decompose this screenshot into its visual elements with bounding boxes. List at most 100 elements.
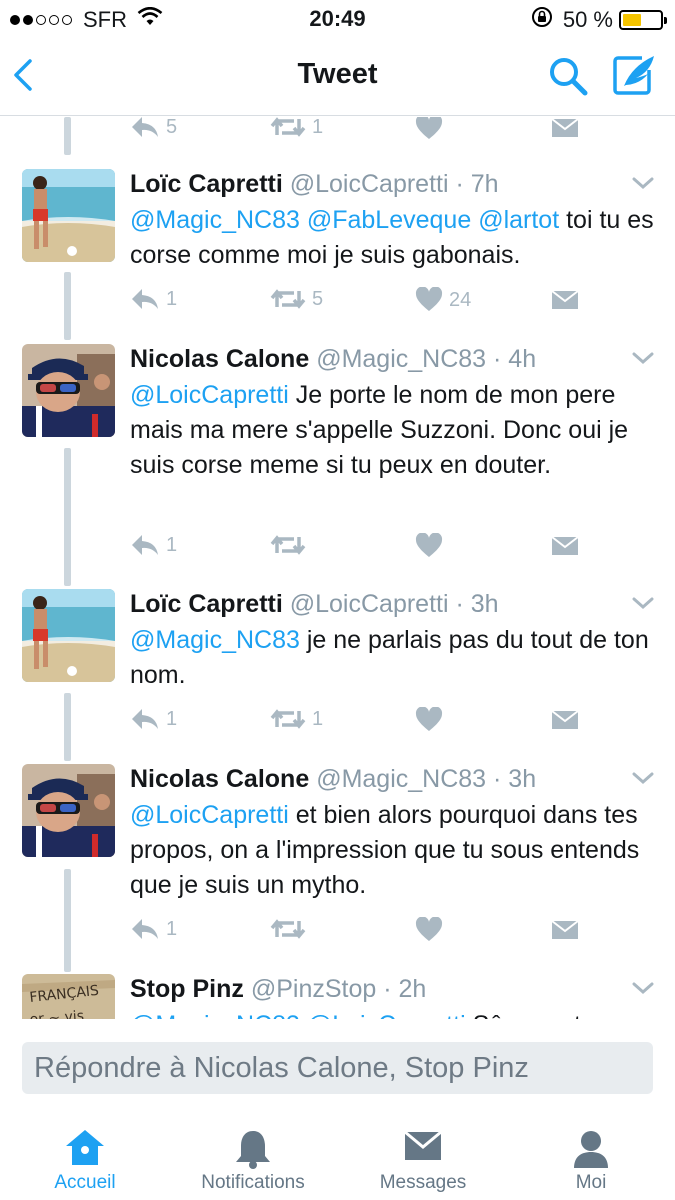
like-button[interactable] — [415, 533, 449, 559]
reply-button[interactable]: 5 — [130, 117, 177, 139]
search-button[interactable] — [546, 54, 590, 98]
author-handle[interactable]: @PinzStop — [251, 975, 376, 1003]
status-bar: SFR 20:49 50 % — [0, 0, 675, 38]
tweet-text: @LoicCapretti Je porte le nom de mon per… — [130, 378, 658, 483]
author-name[interactable]: Loïc Capretti — [130, 590, 283, 618]
mention-link[interactable]: @FabLeveque — [307, 206, 471, 234]
author-handle[interactable]: @Magic_NC83 — [316, 765, 486, 793]
like-button[interactable] — [415, 917, 449, 943]
reply-count: 1 — [166, 917, 178, 940]
battery-icon — [619, 10, 667, 30]
author-name[interactable]: Stop Pinz — [130, 975, 244, 1003]
mention-link[interactable]: @Magic_NC83 — [130, 1011, 300, 1019]
compose-icon — [613, 56, 654, 95]
share-dm-button[interactable] — [550, 287, 580, 311]
back-chevron-icon — [14, 59, 32, 91]
tweet-options-button[interactable] — [631, 978, 655, 998]
tweet-options-button[interactable] — [631, 593, 655, 613]
retweet-button[interactable] — [270, 917, 312, 941]
mention-link[interactable]: @lartot — [478, 206, 559, 234]
retweet-icon — [270, 535, 306, 555]
navigation-bar: Tweet — [0, 38, 675, 116]
tweet-actions: 1 — [130, 917, 600, 947]
mention-link[interactable]: @LoicCapretti — [307, 1011, 466, 1019]
retweet-button[interactable]: 1 — [270, 707, 323, 731]
tweet-options-button[interactable] — [631, 173, 655, 193]
author-name[interactable]: Loïc Capretti — [130, 170, 283, 198]
envelope-icon — [551, 920, 579, 939]
mention-link[interactable]: @Magic_NC83 — [130, 206, 300, 234]
share-dm-button[interactable] — [550, 707, 580, 731]
tweet[interactable]: Loïc Capretti @LoicCapretti · 7h @Magic_… — [0, 169, 675, 339]
author-name[interactable]: Nicolas Calone — [130, 345, 309, 373]
home-icon — [66, 1130, 104, 1165]
tweet-actions: 1 1 — [130, 707, 600, 737]
share-dm-button[interactable] — [550, 917, 580, 941]
heart-icon — [415, 533, 443, 557]
avatar[interactable]: FRANÇAIS or ~ vis — [22, 974, 115, 1019]
author-handle[interactable]: @LoicCapretti — [290, 590, 449, 618]
avatar[interactable] — [22, 589, 115, 682]
avatar[interactable] — [22, 764, 115, 857]
avatar[interactable] — [22, 169, 115, 262]
tweet-text-segment — [300, 206, 307, 234]
tweet-text: @LoicCapretti et bien alors pourquoi dan… — [130, 798, 658, 903]
reply-icon — [132, 535, 158, 555]
reply-count: 1 — [166, 707, 178, 730]
like-button[interactable] — [415, 707, 449, 733]
tab-notifications[interactable]: Notifications — [173, 1128, 333, 1194]
reply-icon — [132, 117, 158, 137]
share-dm-button[interactable] — [550, 533, 580, 557]
retweet-button[interactable]: 5 — [270, 287, 323, 311]
conversation-timeline[interactable]: 5 1 Loïc Capretti @LoicCapretti · 7h @Ma… — [0, 117, 675, 1019]
person-icon — [574, 1131, 608, 1168]
tab-home[interactable]: Accueil — [5, 1128, 165, 1194]
heart-icon — [415, 917, 443, 941]
compose-tweet-button[interactable] — [610, 52, 660, 98]
tweet[interactable]: FRANÇAIS or ~ vis Stop Pinz @PinzStop · … — [0, 974, 675, 1019]
like-button[interactable]: 24 — [415, 287, 471, 313]
tweet[interactable]: Nicolas Calone @Magic_NC83 · 3h @LoicCap… — [0, 764, 675, 969]
tweet-time: 7h — [470, 170, 499, 198]
mention-link[interactable]: @Magic_NC83 — [130, 626, 300, 654]
tab-label: Notifications — [201, 1172, 305, 1193]
envelope-icon — [551, 118, 579, 137]
chevron-down-icon — [632, 177, 654, 190]
tab-messages[interactable]: Messages — [343, 1128, 503, 1194]
tweet-text: @Magic_NC83 @LoicCapretti Sûrement — [130, 1008, 658, 1019]
partial-tweet-actions: 5 1 — [130, 117, 600, 145]
like-button[interactable] — [415, 117, 449, 141]
mention-link[interactable]: @LoicCapretti — [130, 381, 289, 409]
tweet-header: Nicolas Calone @Magic_NC83 · 4h — [130, 345, 537, 373]
reply-input[interactable]: Répondre à Nicolas Calone, Stop Pinz — [22, 1042, 653, 1094]
avatar[interactable] — [22, 344, 115, 437]
tab-label: Moi — [575, 1172, 607, 1193]
heart-icon — [415, 117, 443, 139]
author-name[interactable]: Nicolas Calone — [130, 765, 309, 793]
share-dm-button[interactable] — [550, 117, 580, 139]
tweet-actions: 1 — [130, 533, 600, 563]
battery-level — [623, 14, 641, 26]
tweet-header: Loïc Capretti @LoicCapretti · 7h — [130, 170, 499, 198]
retweet-button[interactable]: 1 — [270, 117, 323, 139]
reply-button[interactable]: 1 — [130, 917, 177, 941]
tab-label: Accueil — [54, 1172, 116, 1193]
tweet[interactable]: Loïc Capretti @LoicCapretti · 3h @Magic_… — [0, 589, 675, 759]
reply-button[interactable]: 1 — [130, 287, 177, 311]
retweet-button[interactable] — [270, 533, 312, 557]
mention-link[interactable]: @LoicCapretti — [130, 801, 289, 829]
tweet-options-button[interactable] — [631, 348, 655, 368]
chevron-down-icon — [632, 772, 654, 785]
reply-button[interactable]: 1 — [130, 533, 177, 557]
back-button[interactable] — [8, 53, 48, 97]
author-handle[interactable]: @Magic_NC83 — [316, 345, 486, 373]
tweet-header: Nicolas Calone @Magic_NC83 · 3h — [130, 765, 537, 793]
reply-icon — [132, 709, 158, 729]
signal-strength-icon — [10, 15, 75, 25]
tweet-options-button[interactable] — [631, 768, 655, 788]
tweet[interactable]: Nicolas Calone @Magic_NC83 · 4h @LoicCap… — [0, 344, 675, 584]
reply-button[interactable]: 1 — [130, 707, 177, 731]
tab-me[interactable]: Moi — [511, 1128, 671, 1194]
author-handle[interactable]: @LoicCapretti — [290, 170, 449, 198]
retweet-icon — [270, 117, 306, 137]
